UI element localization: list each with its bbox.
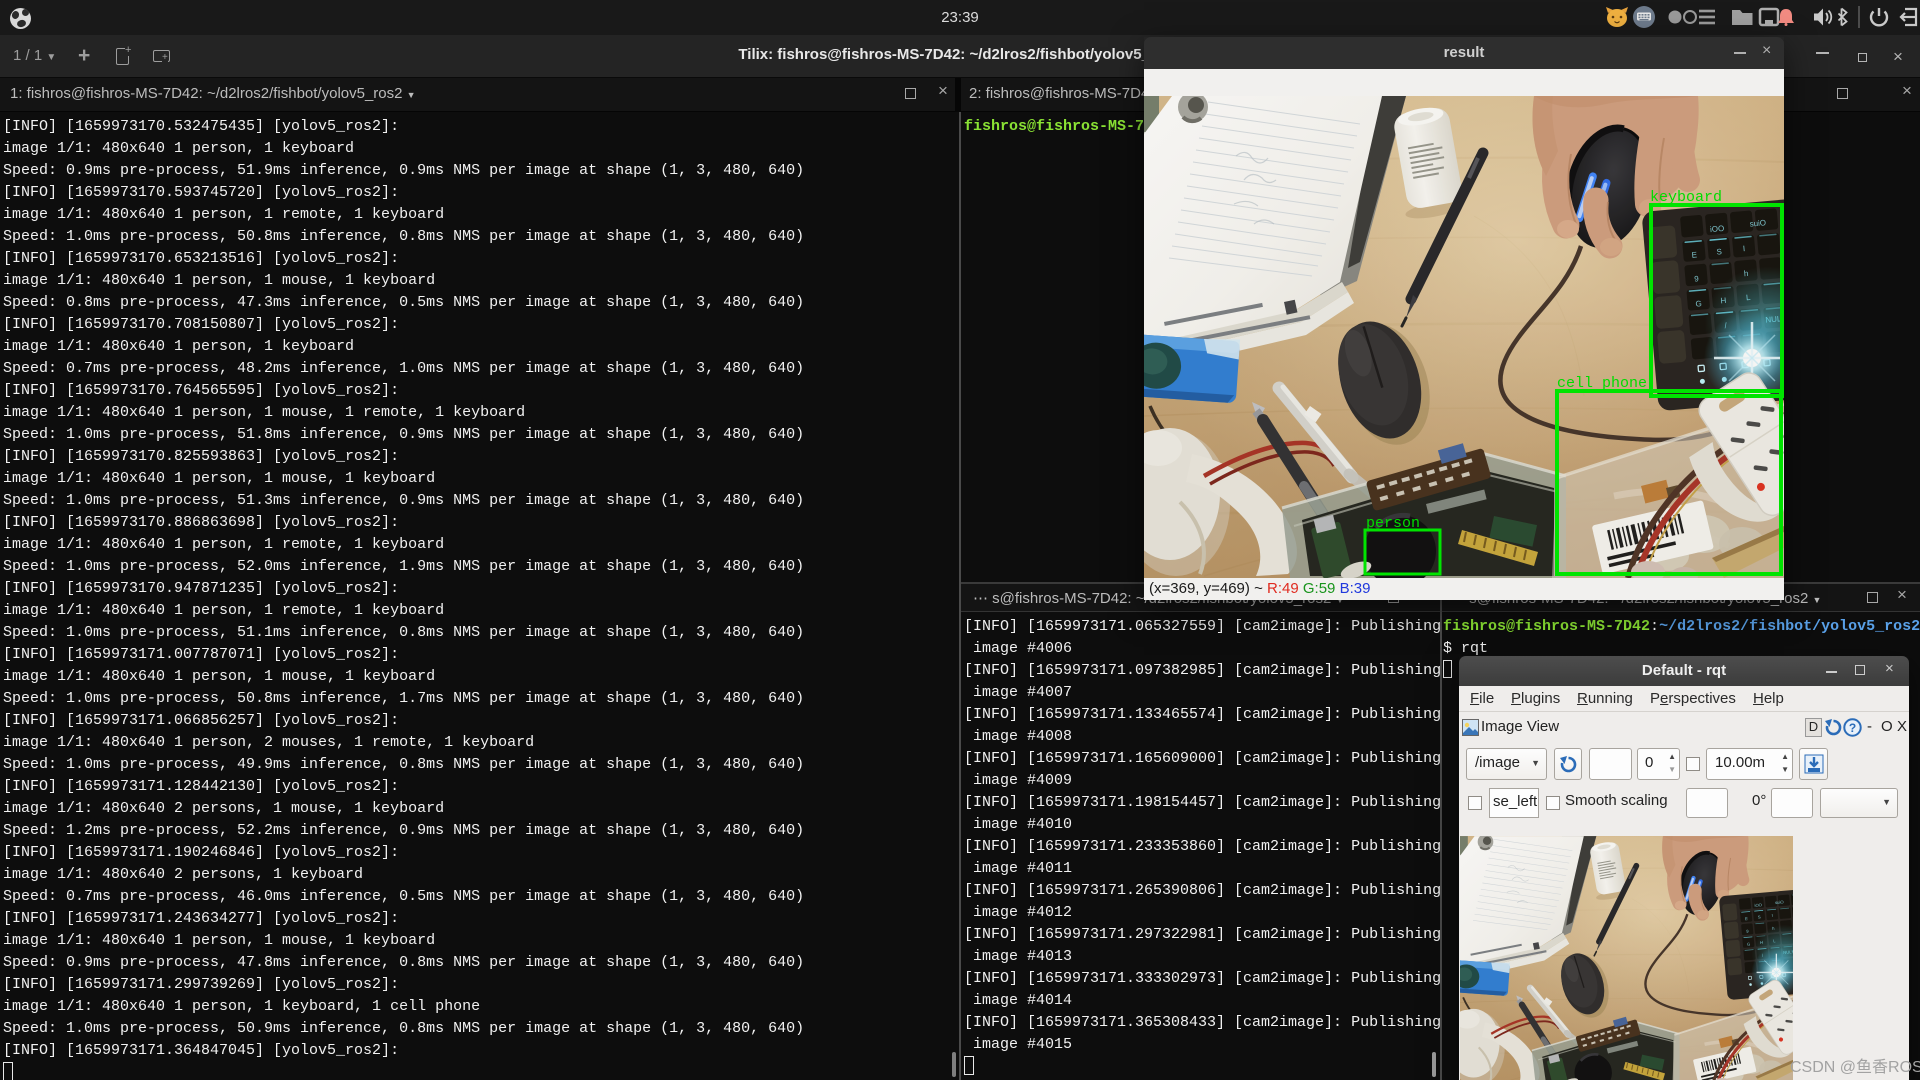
svg-text:person: person bbox=[1366, 515, 1420, 532]
svg-text:keyboard: keyboard bbox=[1650, 189, 1722, 206]
svg-text:cell phone: cell phone bbox=[1557, 375, 1647, 392]
svg-text:?: ? bbox=[1849, 721, 1856, 735]
